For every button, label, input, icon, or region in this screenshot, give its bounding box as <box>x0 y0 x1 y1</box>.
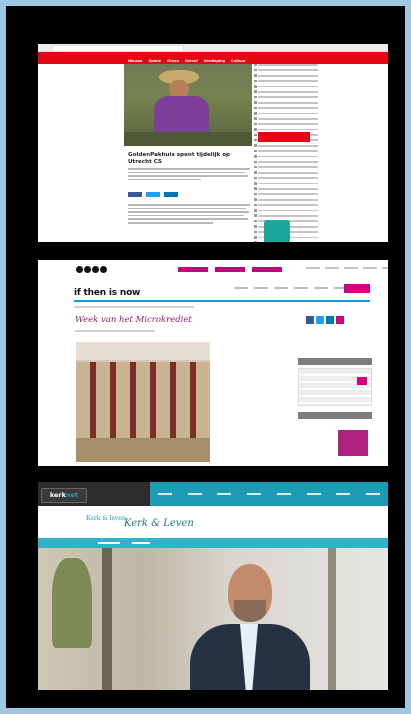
article-intro <box>128 168 250 182</box>
post-photo <box>76 342 210 462</box>
main-menu <box>234 287 348 289</box>
ground-shape <box>124 132 252 146</box>
site-logo[interactable] <box>76 266 107 273</box>
breadcrumb <box>74 306 194 308</box>
article-photo <box>124 64 252 146</box>
top-buttons <box>178 267 282 272</box>
nav-item[interactable]: Geloof <box>185 59 198 63</box>
brand-row <box>38 506 388 538</box>
collage-frame: Nieuws Opinie Groen Geloof Verdieping Cu… <box>6 6 405 708</box>
article-headline[interactable]: GoldenPakhuis spent tijdelijk op Utrecht… <box>128 152 248 166</box>
twitter-share-button[interactable] <box>146 192 160 197</box>
sidebar-list <box>254 63 318 242</box>
article-body <box>128 204 250 226</box>
search-button[interactable] <box>344 284 370 293</box>
hero-photo <box>38 548 388 690</box>
sidebar-subscribe-box[interactable] <box>258 132 310 142</box>
facebook-share-button[interactable] <box>128 192 142 197</box>
top-pill-button[interactable] <box>252 267 282 272</box>
sidebar-thumbnail[interactable] <box>338 430 368 456</box>
sidebar-heading <box>298 358 372 365</box>
site-nav: Nieuws Opinie Groen Geloof Verdieping Cu… <box>38 57 388 64</box>
tree-shape <box>52 558 92 648</box>
nav-item[interactable]: Opinie <box>148 59 161 63</box>
sub-nav-strip <box>38 538 388 548</box>
calendar-widget[interactable] <box>298 368 372 406</box>
header-rule <box>74 300 370 302</box>
screenshot-magazine-page: kerknet Kerk & leven Kerk & Leven <box>38 482 388 690</box>
post-title: Week van het Microkrediet <box>75 315 192 325</box>
top-pill-button[interactable] <box>178 267 208 272</box>
nav-item[interactable]: Cultuur <box>231 59 246 63</box>
post-meta <box>75 330 155 332</box>
floor-shape <box>76 438 210 462</box>
twitter-icon[interactable] <box>316 316 324 324</box>
top-pill-button[interactable] <box>215 267 245 272</box>
site-title[interactable]: if then is now <box>74 288 140 298</box>
facebook-icon[interactable] <box>306 316 314 324</box>
sidebar <box>298 358 372 419</box>
address-bar[interactable] <box>52 45 184 52</box>
mail-icon[interactable] <box>336 316 344 324</box>
brand-mark: Kerk & leven <box>86 515 126 522</box>
browser-chrome <box>38 44 388 52</box>
share-icons <box>306 316 344 324</box>
sidebar-heading <box>298 412 372 419</box>
linkedin-share-button[interactable] <box>164 192 178 197</box>
main-nav <box>150 482 388 506</box>
nav-item[interactable]: Groen <box>167 59 179 63</box>
share-buttons <box>128 192 178 197</box>
linkedin-icon[interactable] <box>326 316 334 324</box>
top-links <box>306 267 388 269</box>
screenshot-news-article: Nieuws Opinie Groen Geloof Verdieping Cu… <box>38 44 388 242</box>
beard-shape <box>234 600 266 622</box>
brand-name: Kerk & Leven <box>124 518 194 529</box>
promo-block <box>264 220 290 242</box>
glass-roof <box>76 342 210 360</box>
kerknet-logo[interactable]: kerknet <box>41 488 87 503</box>
screenshot-blog-post: if then is now Week van het Microkrediet <box>38 260 388 466</box>
nav-item[interactable]: Verdieping <box>204 59 225 63</box>
nav-item[interactable]: Nieuws <box>128 59 142 63</box>
